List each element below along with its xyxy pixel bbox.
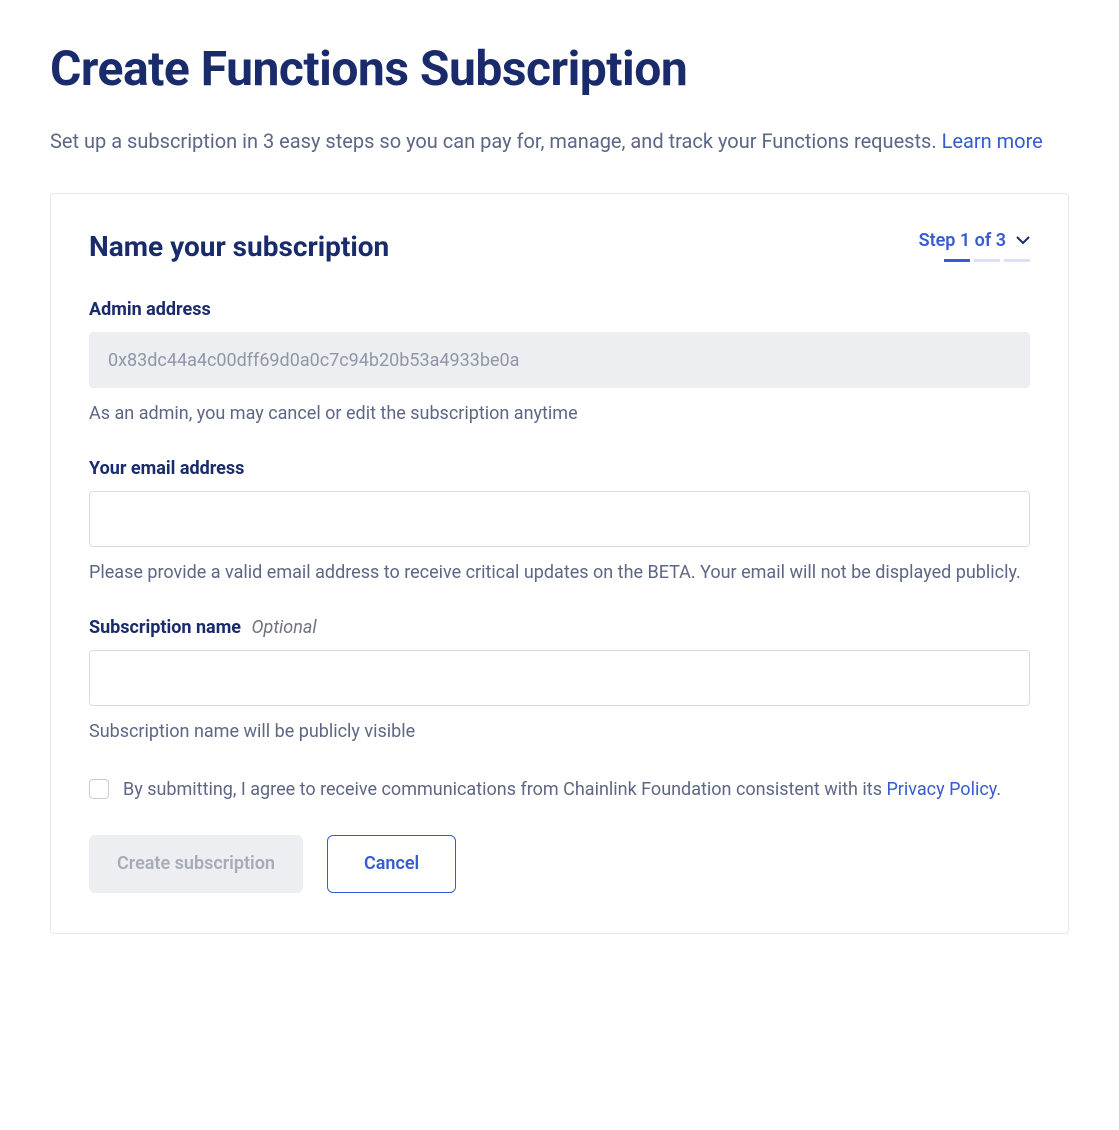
admin-address-input: [89, 332, 1030, 388]
consent-checkbox[interactable]: [89, 779, 109, 799]
email-label: Your email address: [89, 458, 1030, 479]
admin-address-label: Admin address: [89, 299, 1030, 320]
step-indicator[interactable]: Step 1 of 3: [919, 230, 1030, 262]
cancel-button[interactable]: Cancel: [327, 835, 456, 893]
email-input[interactable]: [89, 491, 1030, 547]
consent-text: By submitting, I agree to receive commun…: [123, 776, 1001, 803]
step-indicator-row[interactable]: Step 1 of 3: [919, 230, 1030, 251]
consent-suffix: .: [996, 779, 1001, 800]
optional-badge: Optional: [252, 617, 317, 638]
learn-more-link[interactable]: Learn more: [942, 129, 1043, 153]
privacy-policy-link[interactable]: Privacy Policy: [886, 779, 996, 800]
section-title: Name your subscription: [89, 230, 389, 263]
subscription-card: Name your subscription Step 1 of 3 Admin…: [50, 193, 1069, 934]
subscription-name-label: Subscription name Optional: [89, 617, 1030, 638]
email-group: Your email address Please provide a vali…: [89, 458, 1030, 587]
page-title: Create Functions Subscription: [50, 40, 1069, 97]
subtitle-text: Set up a subscription in 3 easy steps so…: [50, 129, 942, 153]
subscription-name-input[interactable]: [89, 650, 1030, 706]
subscription-name-helper: Subscription name will be publicly visib…: [89, 718, 1030, 746]
progress-bars: [944, 259, 1030, 262]
subscription-name-label-text: Subscription name: [89, 617, 241, 638]
progress-bar-1: [944, 259, 970, 262]
create-subscription-button[interactable]: Create subscription: [89, 835, 303, 893]
progress-bar-2: [974, 259, 1000, 262]
email-helper: Please provide a valid email address to …: [89, 559, 1030, 587]
consent-row: By submitting, I agree to receive commun…: [89, 776, 1030, 803]
page-subtitle: Set up a subscription in 3 easy steps so…: [50, 125, 1069, 157]
admin-address-group: Admin address As an admin, you may cance…: [89, 299, 1030, 428]
admin-address-helper: As an admin, you may cancel or edit the …: [89, 400, 1030, 428]
chevron-down-icon: [1016, 234, 1030, 248]
card-header: Name your subscription Step 1 of 3: [89, 230, 1030, 263]
consent-prefix: By submitting, I agree to receive commun…: [123, 779, 886, 800]
button-row: Create subscription Cancel: [89, 835, 1030, 893]
step-text: Step 1 of 3: [919, 230, 1006, 251]
subscription-name-group: Subscription name Optional Subscription …: [89, 617, 1030, 746]
progress-bar-3: [1004, 259, 1030, 262]
